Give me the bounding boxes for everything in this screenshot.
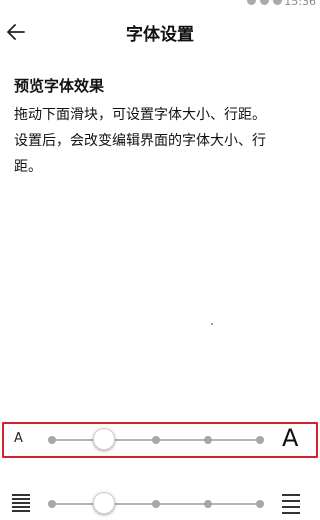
small-font-label: A: [14, 431, 23, 446]
status-icons: [247, 0, 282, 5]
font-size-tick[interactable]: [256, 436, 264, 444]
font-size-tick[interactable]: [48, 436, 56, 444]
font-size-tick[interactable]: [204, 436, 212, 444]
dense-spacing-icon: [12, 494, 30, 512]
font-size-slider-row: A A: [0, 420, 320, 460]
line-spacing-tick[interactable]: [48, 500, 56, 508]
line-spacing-thumb[interactable]: [93, 492, 115, 514]
font-size-tick[interactable]: [152, 436, 160, 444]
font-size-thumb[interactable]: [93, 428, 115, 450]
preview-line: 设置后，会改变编辑界面的字体大小、行: [14, 133, 266, 149]
status-bar: 15:36: [0, 0, 320, 10]
large-font-label: A: [282, 424, 299, 452]
line-spacing-tick[interactable]: [204, 500, 212, 508]
sparse-spacing-icon: [282, 494, 300, 514]
line-spacing-tick[interactable]: [152, 500, 160, 508]
preview-area: 预览字体效果 拖动下面滑块，可设置字体大小、行距。 设置后，会改变编辑界面的字体…: [14, 76, 310, 180]
signal-icon: [260, 0, 269, 5]
page-title: 字体设置: [126, 25, 194, 45]
preview-line: 拖动下面滑块，可设置字体大小、行距。: [14, 107, 266, 123]
status-time: 15:36: [284, 0, 316, 8]
preview-line: 距。: [14, 159, 42, 175]
line-spacing-slider-row: [0, 484, 320, 520]
preview-text: 拖动下面滑块，可设置字体大小、行距。 设置后，会改变编辑界面的字体大小、行 距。: [14, 102, 310, 180]
alarm-icon: [247, 0, 256, 5]
title-bar: 字体设置: [0, 12, 320, 52]
line-spacing-tick[interactable]: [256, 500, 264, 508]
wifi-icon: [273, 0, 282, 5]
preview-heading: 预览字体效果: [14, 77, 105, 95]
screen-speck: [211, 323, 213, 325]
font-settings-screen: 15:36 字体设置 预览字体效果 拖动下面滑块，可设置字体大小、行距。 设置后…: [0, 0, 320, 520]
